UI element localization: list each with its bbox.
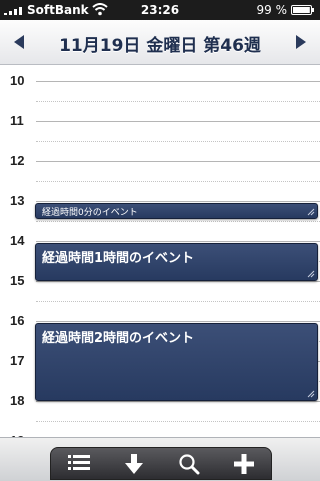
search-button[interactable] [161, 448, 216, 479]
triangle-left-icon [14, 35, 24, 49]
event-title: 経過時間0分のイベント [42, 208, 138, 218]
date-header: 11月19日 金曜日 第46週 [0, 20, 320, 65]
half-hour-line [36, 101, 320, 102]
hour-line [36, 161, 320, 162]
next-day-button[interactable] [284, 26, 316, 58]
hour-label-15: 15 [10, 273, 25, 288]
hour-line [36, 281, 320, 282]
hour-line [36, 401, 320, 402]
half-hour-line [36, 141, 320, 142]
hour-label-14: 14 [10, 233, 25, 248]
battery-percent: 99 % [256, 3, 288, 17]
event-block[interactable]: 経過時間0分のイベント [35, 203, 318, 219]
hour-label-13: 13 [10, 193, 25, 208]
event-title: 経過時間1時間のイベント [42, 251, 195, 266]
hour-line [36, 121, 320, 122]
plus-icon [234, 454, 254, 474]
hour-label-17: 17 [10, 353, 25, 368]
resize-grip-icon[interactable] [307, 270, 315, 278]
event-block[interactable]: 経過時間2時間のイベント [35, 323, 318, 401]
add-event-button[interactable] [216, 448, 271, 479]
page-title: 11月19日 金曜日 第46週 [59, 36, 261, 56]
previous-day-button[interactable] [4, 26, 36, 58]
hour-label-11: 11 [10, 113, 24, 128]
hour-label-10: 10 [10, 73, 25, 88]
status-bar: SoftBank 23:26 99 % [0, 0, 320, 20]
day-timeline[interactable]: 10111213141516171819経過時間0分のイベント経過時間1時間のイ… [0, 65, 320, 437]
hour-label-18: 18 [10, 393, 25, 408]
hour-line [36, 201, 320, 202]
triangle-right-icon [296, 35, 306, 49]
half-hour-line [36, 181, 320, 182]
search-icon [179, 454, 200, 475]
half-hour-line [36, 301, 320, 302]
today-button[interactable] [106, 448, 161, 479]
list-button[interactable] [51, 448, 106, 479]
hour-label-12: 12 [10, 153, 25, 168]
list-icon [68, 455, 90, 470]
toolbar-button-group [50, 447, 272, 480]
hour-line [36, 321, 320, 322]
bottom-toolbar [0, 437, 320, 481]
half-hour-line [36, 221, 320, 222]
resize-grip-icon[interactable] [307, 208, 315, 216]
hour-line [36, 81, 320, 82]
arrow-down-icon [125, 454, 143, 474]
hour-line [36, 241, 320, 242]
hour-label-16: 16 [10, 313, 25, 328]
resize-grip-icon[interactable] [307, 390, 315, 398]
half-hour-line [36, 421, 320, 422]
event-block[interactable]: 経過時間1時間のイベント [35, 243, 318, 281]
event-title: 経過時間2時間のイベント [42, 331, 195, 346]
battery-icon [291, 5, 314, 15]
